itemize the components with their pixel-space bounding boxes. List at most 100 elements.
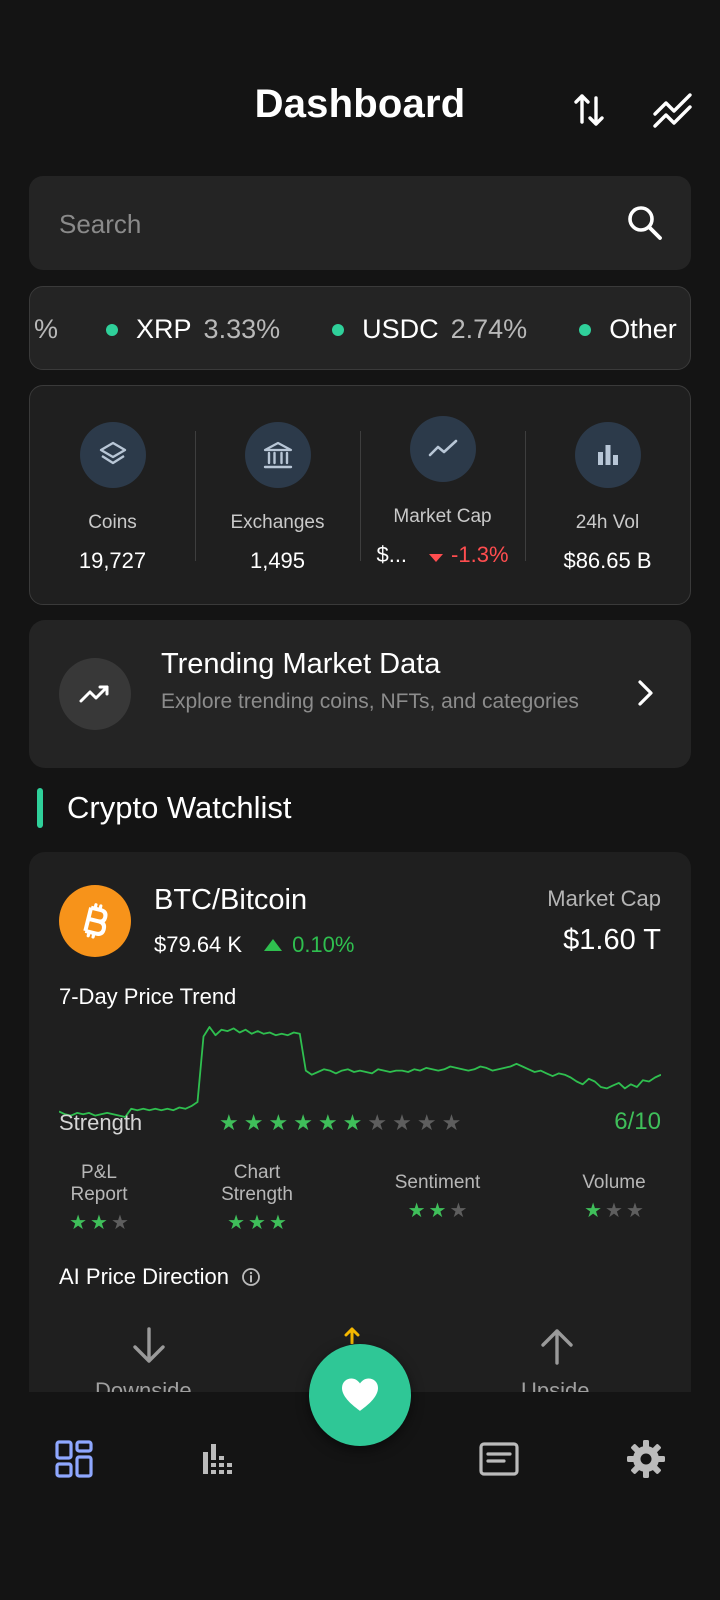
page-title: Dashboard: [254, 82, 466, 126]
watchlist-heading: Crypto Watchlist: [37, 788, 292, 828]
strength-stars: ★ ★ ★ ★ ★ ★ ★ ★ ★ ★: [219, 1110, 461, 1136]
stat-label: Exchanges: [230, 512, 325, 533]
coin-card-btc[interactable]: BTC/Bitcoin $79.64 K 0.10% Market Cap $1…: [29, 852, 691, 1392]
star-icon: ★: [110, 1212, 129, 1234]
sparkline-series: [59, 1026, 661, 1118]
stat-value: $86.65 B: [563, 548, 652, 573]
ticker-value: 3.33%: [203, 314, 281, 344]
favorite-heart-icon: [342, 1378, 378, 1411]
stat-24h-vol[interactable]: 24h Vol $86.65 B: [525, 386, 690, 606]
search-bar[interactable]: Search: [29, 176, 691, 270]
star-icon: ★: [625, 1200, 644, 1222]
metric-stars: ★ ★ ★: [375, 1200, 500, 1222]
ticker-lead: %: [34, 314, 59, 344]
coin-price: $79.64 K: [154, 932, 243, 957]
bar-chart-icon: [597, 445, 618, 465]
dot-icon: [332, 323, 345, 336]
metric-volume: Volume ★ ★ ★: [559, 1172, 669, 1222]
stat-icon-circle: [409, 416, 476, 482]
metric-stars: ★ ★ ★: [39, 1212, 159, 1234]
market-cap-value: $1.60 T: [563, 924, 661, 956]
market-trend-icon[interactable]: [652, 88, 696, 132]
metric-stars: ★ ★ ★: [559, 1200, 669, 1222]
star-icon: ★: [584, 1200, 603, 1222]
up-triangle-icon: [264, 939, 283, 951]
star-icon: ★: [317, 1110, 338, 1135]
sort-arrows-icon[interactable]: [568, 88, 612, 132]
ticker-item: Other: [579, 314, 689, 345]
star-icon: ★: [248, 1212, 266, 1234]
strength-score: 6/10: [614, 1108, 661, 1135]
trending-title: Trending Market Data: [161, 648, 441, 680]
ticker-name: XRP: [136, 314, 192, 344]
market-cap-label: Market Cap: [547, 886, 661, 911]
news-icon[interactable]: [478, 1438, 520, 1480]
stat-coins[interactable]: Coins 19,727: [30, 386, 195, 606]
metric-chart-strength: Chart Strength ★ ★ ★: [197, 1162, 317, 1234]
settings-icon[interactable]: [625, 1438, 667, 1480]
metric-label: Chart Strength: [221, 1162, 293, 1205]
bitcoin-logo-icon: [59, 885, 131, 957]
coin-name: BTC/Bitcoin: [154, 884, 308, 916]
trending-subtitle: Explore trending coins, NFTs, and catego…: [161, 690, 579, 713]
star-icon: ★: [605, 1200, 623, 1222]
search-icon[interactable]: [623, 201, 667, 245]
stat-value: $... -1.3%: [360, 542, 525, 568]
markets-icon[interactable]: [198, 1438, 240, 1480]
dashboard-icon[interactable]: [53, 1438, 95, 1480]
market-stats-card: Coins 19,727 Exchanges 1,495 Market Cap …: [29, 385, 691, 605]
star-icon: ★: [293, 1110, 313, 1135]
ai-price-direction-row: AI Price Direction: [59, 1264, 261, 1290]
bank-icon: [263, 441, 292, 469]
line-chart-icon: [428, 439, 457, 457]
accent-bar: [37, 788, 43, 828]
trending-market-card[interactable]: Trending Market Data Explore trending co…: [29, 620, 691, 768]
stat-market-cap[interactable]: Market Cap $... -1.3%: [360, 380, 525, 600]
ticker-name: Other: [609, 314, 677, 344]
ticker-item: USDC 2.74%: [332, 314, 527, 345]
star-icon: ★: [428, 1200, 447, 1222]
market-cap-change: -1.3%: [429, 542, 509, 568]
favorites-button[interactable]: [309, 1344, 411, 1446]
dot-icon: [579, 323, 592, 336]
stat-value: 1,495: [249, 548, 306, 573]
bitcoin-icon: [83, 903, 108, 939]
star-icon: ★: [268, 1110, 289, 1135]
dominance-ticker[interactable]: % XRP 3.33% USDC 2.74% Other: [29, 286, 691, 370]
chevron-right-icon[interactable]: [635, 676, 657, 710]
stat-icon-circle: [574, 422, 641, 488]
star-icon: ★: [416, 1110, 437, 1135]
star-icon: ★: [69, 1212, 88, 1234]
stat-label: Coins: [88, 512, 137, 533]
down-triangle-icon: [429, 554, 444, 562]
market-cap-value: $...: [376, 542, 408, 567]
star-icon: ★: [227, 1212, 246, 1234]
arrow-up-icon: [541, 1329, 573, 1365]
stat-value: 19,727: [78, 548, 147, 573]
downside-label: Downside: [95, 1378, 192, 1392]
metric-label: Sentiment: [394, 1172, 481, 1193]
metric-stars: ★ ★ ★: [197, 1212, 317, 1234]
stat-label: 24h Vol: [575, 512, 640, 533]
stat-exchanges[interactable]: Exchanges 1,495: [195, 386, 360, 606]
ai-label: AI Price Direction: [59, 1264, 229, 1289]
trend-icon-circle: [59, 658, 131, 730]
star-icon: ★: [243, 1110, 264, 1135]
star-icon: ★: [407, 1200, 426, 1222]
metric-label: P&L Report: [70, 1162, 128, 1205]
metric-sentiment: Sentiment ★ ★ ★: [375, 1172, 500, 1222]
trending-up-icon: [79, 685, 109, 703]
app-header: Dashboard: [0, 0, 720, 170]
search-input[interactable]: Search: [59, 209, 141, 240]
star-icon: ★: [441, 1110, 462, 1135]
dot-icon: [106, 323, 119, 336]
info-icon[interactable]: [241, 1267, 261, 1287]
strength-label: Strength: [59, 1110, 143, 1135]
ticker-name: USDC: [362, 314, 439, 344]
star-icon: ★: [367, 1110, 388, 1135]
star-icon: ★: [392, 1110, 412, 1135]
star-icon: ★: [90, 1212, 108, 1234]
metric-label: Volume: [582, 1172, 646, 1193]
price-trend-label: 7-Day Price Trend: [59, 984, 237, 1009]
star-icon: ★: [449, 1200, 468, 1222]
